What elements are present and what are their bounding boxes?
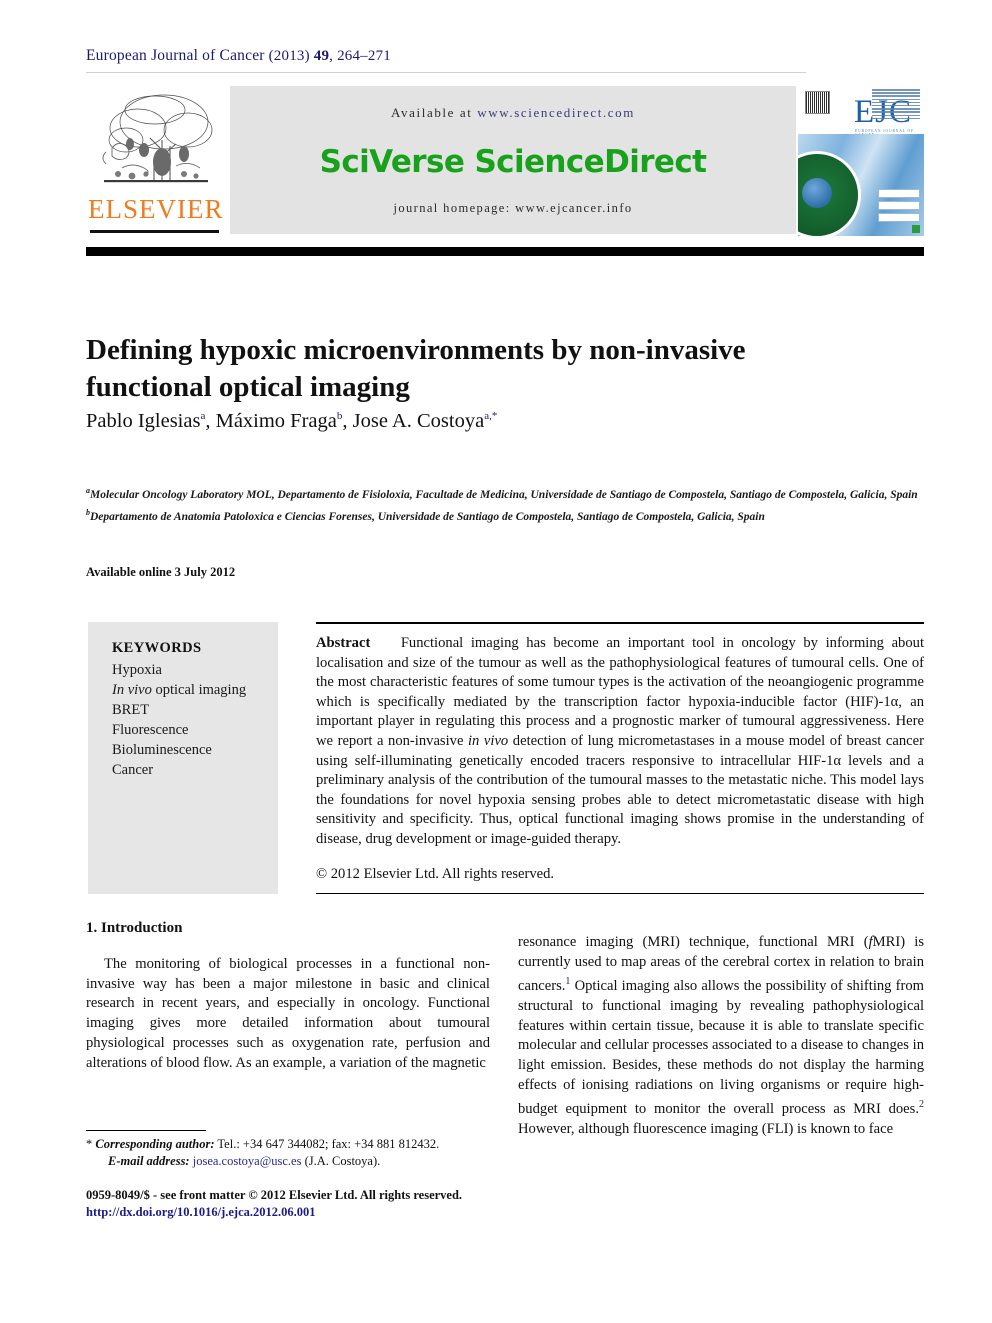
author-2: Máximo Fraga	[215, 410, 337, 432]
cover-text-lines	[872, 89, 920, 121]
article-page: European Journal of Cancer (2013) 49, 26…	[0, 0, 992, 1323]
journal-homepage-line[interactable]: journal homepage: www.ejcancer.info	[230, 201, 796, 216]
keyword-item: In vivo optical imaging	[112, 680, 272, 700]
cover-society-badges	[878, 189, 920, 225]
keyword-item: Hypoxia	[112, 662, 162, 678]
masthead: ELSEVIER Available at www.sciencedirect.…	[86, 86, 924, 238]
journal-cover-thumbnail: EJC EUROPEAN JOURNAL OF CANCER	[798, 86, 924, 236]
abstract-text-part2: detection of lung micrometastases in a m…	[316, 732, 924, 847]
cover-cell-icon	[802, 178, 832, 208]
abstract-italic-in-vivo: in vivo	[468, 732, 509, 749]
keyword-item-label: optical imaging	[151, 682, 247, 698]
elsevier-tree-icon	[92, 88, 218, 196]
elsevier-mark-icon	[805, 91, 830, 114]
section-heading-introduction: 1. Introduction	[86, 920, 183, 936]
available-online-date: Available online 3 July 2012	[86, 565, 236, 579]
author-list: Pablo Iglesiasa, Máximo Fragab, Jose A. …	[86, 410, 886, 433]
keywords-heading: KEYWORDS	[112, 640, 202, 656]
sciencedirect-url[interactable]: www.sciencedirect.com	[477, 105, 635, 120]
email-line: E-mail address: josea.costoya@usc.es (J.…	[86, 1153, 496, 1170]
affiliation-b-text: Departamento de Anatomia Patoloxica e Ci…	[90, 510, 765, 523]
keyword-item: Cancer	[112, 762, 154, 778]
email-suffix: (J.A. Costoya).	[301, 1154, 381, 1168]
footnote-star: *	[86, 1137, 93, 1151]
corresponding-author-footnote: * Corresponding author: Tel.: +34 647 34…	[86, 1136, 496, 1170]
abstract-bottom-rule	[316, 893, 924, 894]
affiliation-a-text: Molecular Oncology Laboratory MOL, Depar…	[90, 488, 918, 501]
cover-green-square	[912, 225, 920, 233]
running-head-pages: , 264–271	[329, 48, 391, 64]
corresponding-author-contact: Tel.: +34 647 344082; fax: +34 881 81243…	[214, 1137, 440, 1151]
cover-artwork	[798, 134, 924, 236]
elsevier-logo: ELSEVIER	[86, 86, 223, 238]
author-sep-2: ,	[342, 410, 353, 432]
abstract-top-rule	[316, 622, 924, 624]
right-part3: Optical imaging also allows the possibil…	[518, 978, 924, 1118]
keywords-inner: KEYWORDS Hypoxia In vivo optical imaging…	[112, 640, 272, 780]
running-head-journal: European Journal of Cancer	[86, 47, 265, 64]
keyword-item: Bioluminescence	[112, 742, 212, 758]
right-part1: resonance imaging (MRI) technique, funct…	[518, 934, 869, 950]
affiliation-a: aMolecular Oncology Laboratory MOL, Depa…	[86, 482, 924, 504]
author-sep-1: ,	[205, 410, 216, 432]
sciencedirect-banner: Available at www.sciencedirect.com SciVe…	[230, 86, 796, 234]
abstract-text-part1: Functional imaging has become an importa…	[316, 635, 924, 749]
intro-paragraph-right: resonance imaging (MRI) technique, funct…	[518, 933, 924, 1140]
keywords-box: KEYWORDS Hypoxia In vivo optical imaging…	[88, 622, 278, 894]
email-address-link[interactable]: josea.costoya@usc.es	[193, 1154, 302, 1168]
right-part4: However, although fluorescence imaging (…	[518, 1121, 894, 1138]
keyword-item: BRET	[112, 702, 150, 718]
corresponding-author-label: Corresponding author:	[95, 1137, 215, 1151]
reference-marker-2[interactable]: 2	[919, 1099, 924, 1110]
author-3: Jose A. Costoya	[352, 410, 485, 432]
abstract-copyright: © 2012 Elsevier Ltd. All rights reserved…	[316, 866, 555, 882]
available-at-prefix: Available at	[391, 105, 478, 120]
front-matter-line: 0959-8049/$ - see front matter © 2012 El…	[86, 1188, 463, 1202]
keyword-italic-prefix: In vivo	[112, 682, 152, 698]
body-column-left: The monitoring of biological processes i…	[86, 955, 490, 1073]
elsevier-wordmark: ELSEVIER	[88, 194, 224, 224]
masthead-bottom-rule	[86, 247, 924, 256]
affiliations: aMolecular Oncology Laboratory MOL, Depa…	[86, 482, 924, 526]
keyword-item: Fluorescence	[112, 722, 189, 738]
running-head-volume: 49	[313, 48, 330, 64]
doi-link[interactable]: http://dx.doi.org/10.1016/j.ejca.2012.06…	[86, 1205, 316, 1220]
page-title: Defining hypoxic microenvironments by no…	[86, 334, 746, 404]
author-3-affiliation-mark: a,*	[484, 410, 498, 423]
affiliation-b: bDepartamento de Anatomia Patoloxica e C…	[86, 504, 924, 526]
abstract-label: Abstract	[316, 635, 371, 651]
running-head-year: (2013)	[268, 48, 310, 64]
available-at-line: Available at www.sciencedirect.com	[230, 105, 796, 121]
elsevier-logo-underline	[90, 230, 219, 233]
author-1: Pablo Iglesias	[86, 410, 201, 432]
body-column-right: resonance imaging (MRI) technique, funct…	[518, 933, 924, 1140]
intro-paragraph-left: The monitoring of biological processes i…	[86, 956, 490, 1071]
abstract: Abstract Functional imaging has become a…	[316, 634, 924, 850]
footnote-rule	[86, 1130, 206, 1131]
email-label: E-mail address:	[108, 1154, 190, 1168]
sciverse-sciencedirect-logo: SciVerse ScienceDirect	[319, 144, 707, 180]
running-head-divider	[86, 72, 806, 73]
running-head: European Journal of Cancer (2013) 49, 26…	[86, 47, 391, 65]
